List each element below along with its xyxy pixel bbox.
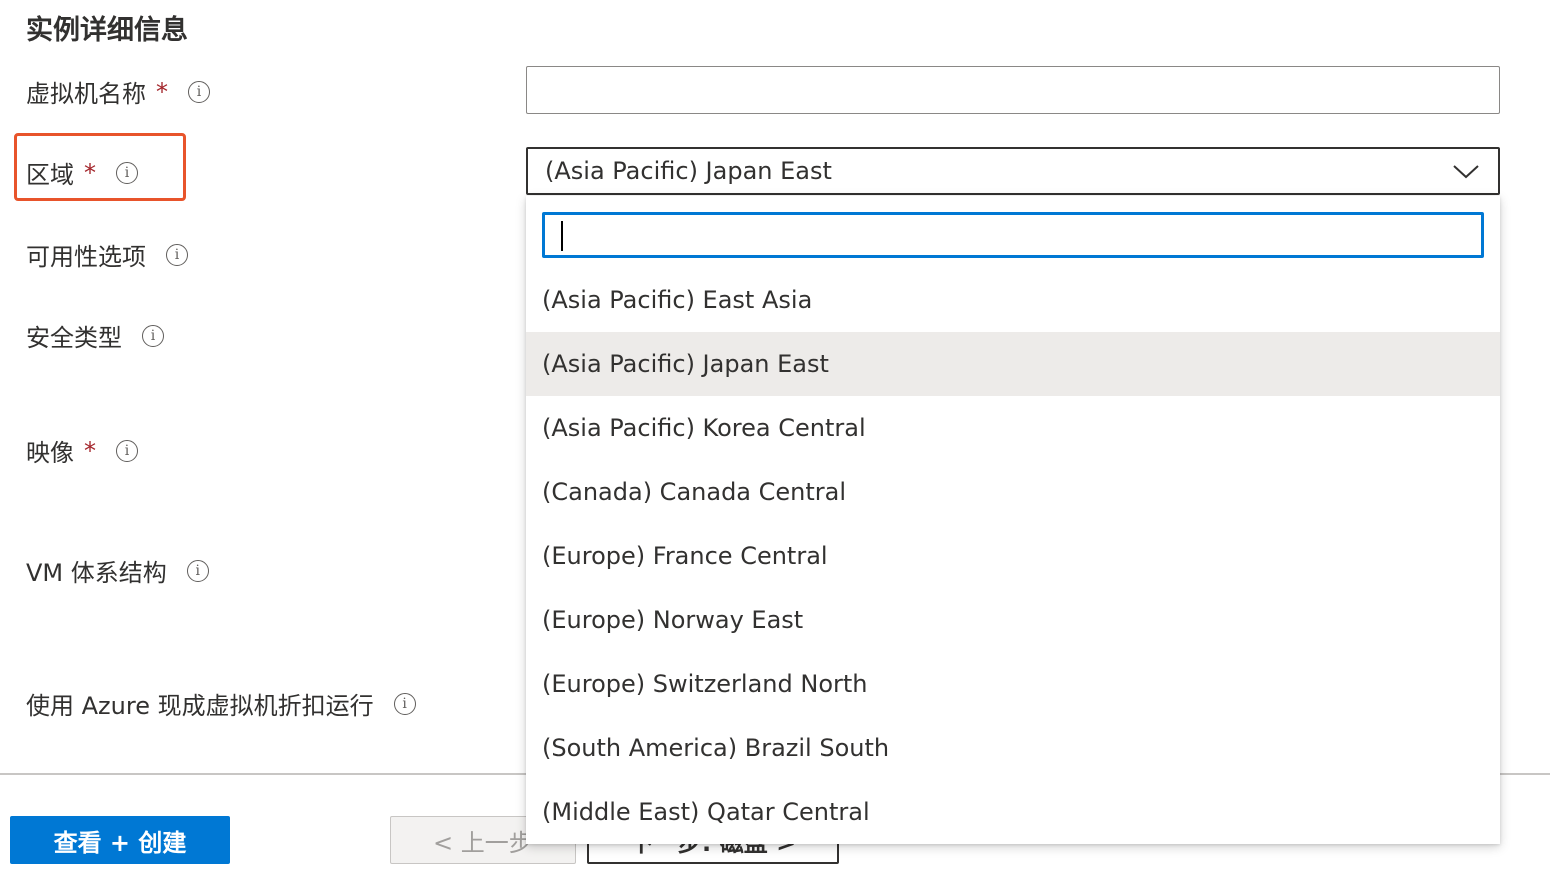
security-type-label: 安全类型 i [26,318,164,353]
region-option[interactable]: (Asia Pacific) East Asia [526,268,1500,332]
required-asterisk: * [84,158,96,187]
region-option[interactable]: (Europe) Norway East [526,588,1500,652]
info-icon[interactable]: i [186,559,209,582]
region-options-list: (Asia Pacific) East Asia (Asia Pacific) … [526,268,1500,844]
region-select[interactable]: (Asia Pacific) Japan East [526,147,1500,195]
availability-label: 可用性选项 i [26,237,188,272]
region-option[interactable]: (Middle East) Qatar Central [526,780,1500,844]
info-icon[interactable]: i [142,324,164,347]
text-cursor [561,221,563,251]
region-option[interactable]: (South America) Brazil South [526,716,1500,780]
vm-architecture-label: VM 体系结构 i [26,553,209,588]
region-dropdown-panel: (Asia Pacific) East Asia (Asia Pacific) … [526,196,1500,844]
region-label: 区域 * i [26,155,138,190]
region-label-text: 区域 [26,161,74,189]
azure-spot-label-text: 使用 Azure 现成虚拟机折扣运行 [26,692,374,720]
required-asterisk: * [84,436,96,465]
region-option-selected[interactable]: (Asia Pacific) Japan East [526,332,1500,396]
info-icon[interactable]: i [188,80,210,103]
info-icon[interactable]: i [166,243,188,266]
image-label: 映像 * i [26,433,138,468]
info-icon[interactable]: i [116,439,138,462]
region-search-input[interactable] [542,212,1484,258]
required-asterisk: * [156,77,168,106]
region-option[interactable]: (Asia Pacific) Korea Central [526,396,1500,460]
region-option[interactable]: (Europe) France Central [526,524,1500,588]
azure-spot-label: 使用 Azure 现成虚拟机折扣运行 i [26,686,416,721]
chevron-down-icon [1453,165,1479,179]
availability-label-text: 可用性选项 [26,243,146,271]
info-icon[interactable]: i [116,161,138,184]
security-type-label-text: 安全类型 [26,324,122,352]
region-option[interactable]: (Europe) Switzerland North [526,652,1500,716]
review-create-button[interactable]: 查看 + 创建 [10,816,230,864]
vm-name-input[interactable] [526,66,1500,114]
image-label-text: 映像 [26,439,74,467]
vm-name-label: 虚拟机名称 * i [26,74,210,109]
vm-architecture-label-text: VM 体系结构 [26,559,167,587]
vm-name-label-text: 虚拟机名称 [26,80,146,108]
region-option[interactable]: (Canada) Canada Central [526,460,1500,524]
info-icon[interactable]: i [393,692,416,715]
section-title: 实例详细信息 [26,15,188,46]
region-select-value: (Asia Pacific) Japan East [545,157,832,185]
